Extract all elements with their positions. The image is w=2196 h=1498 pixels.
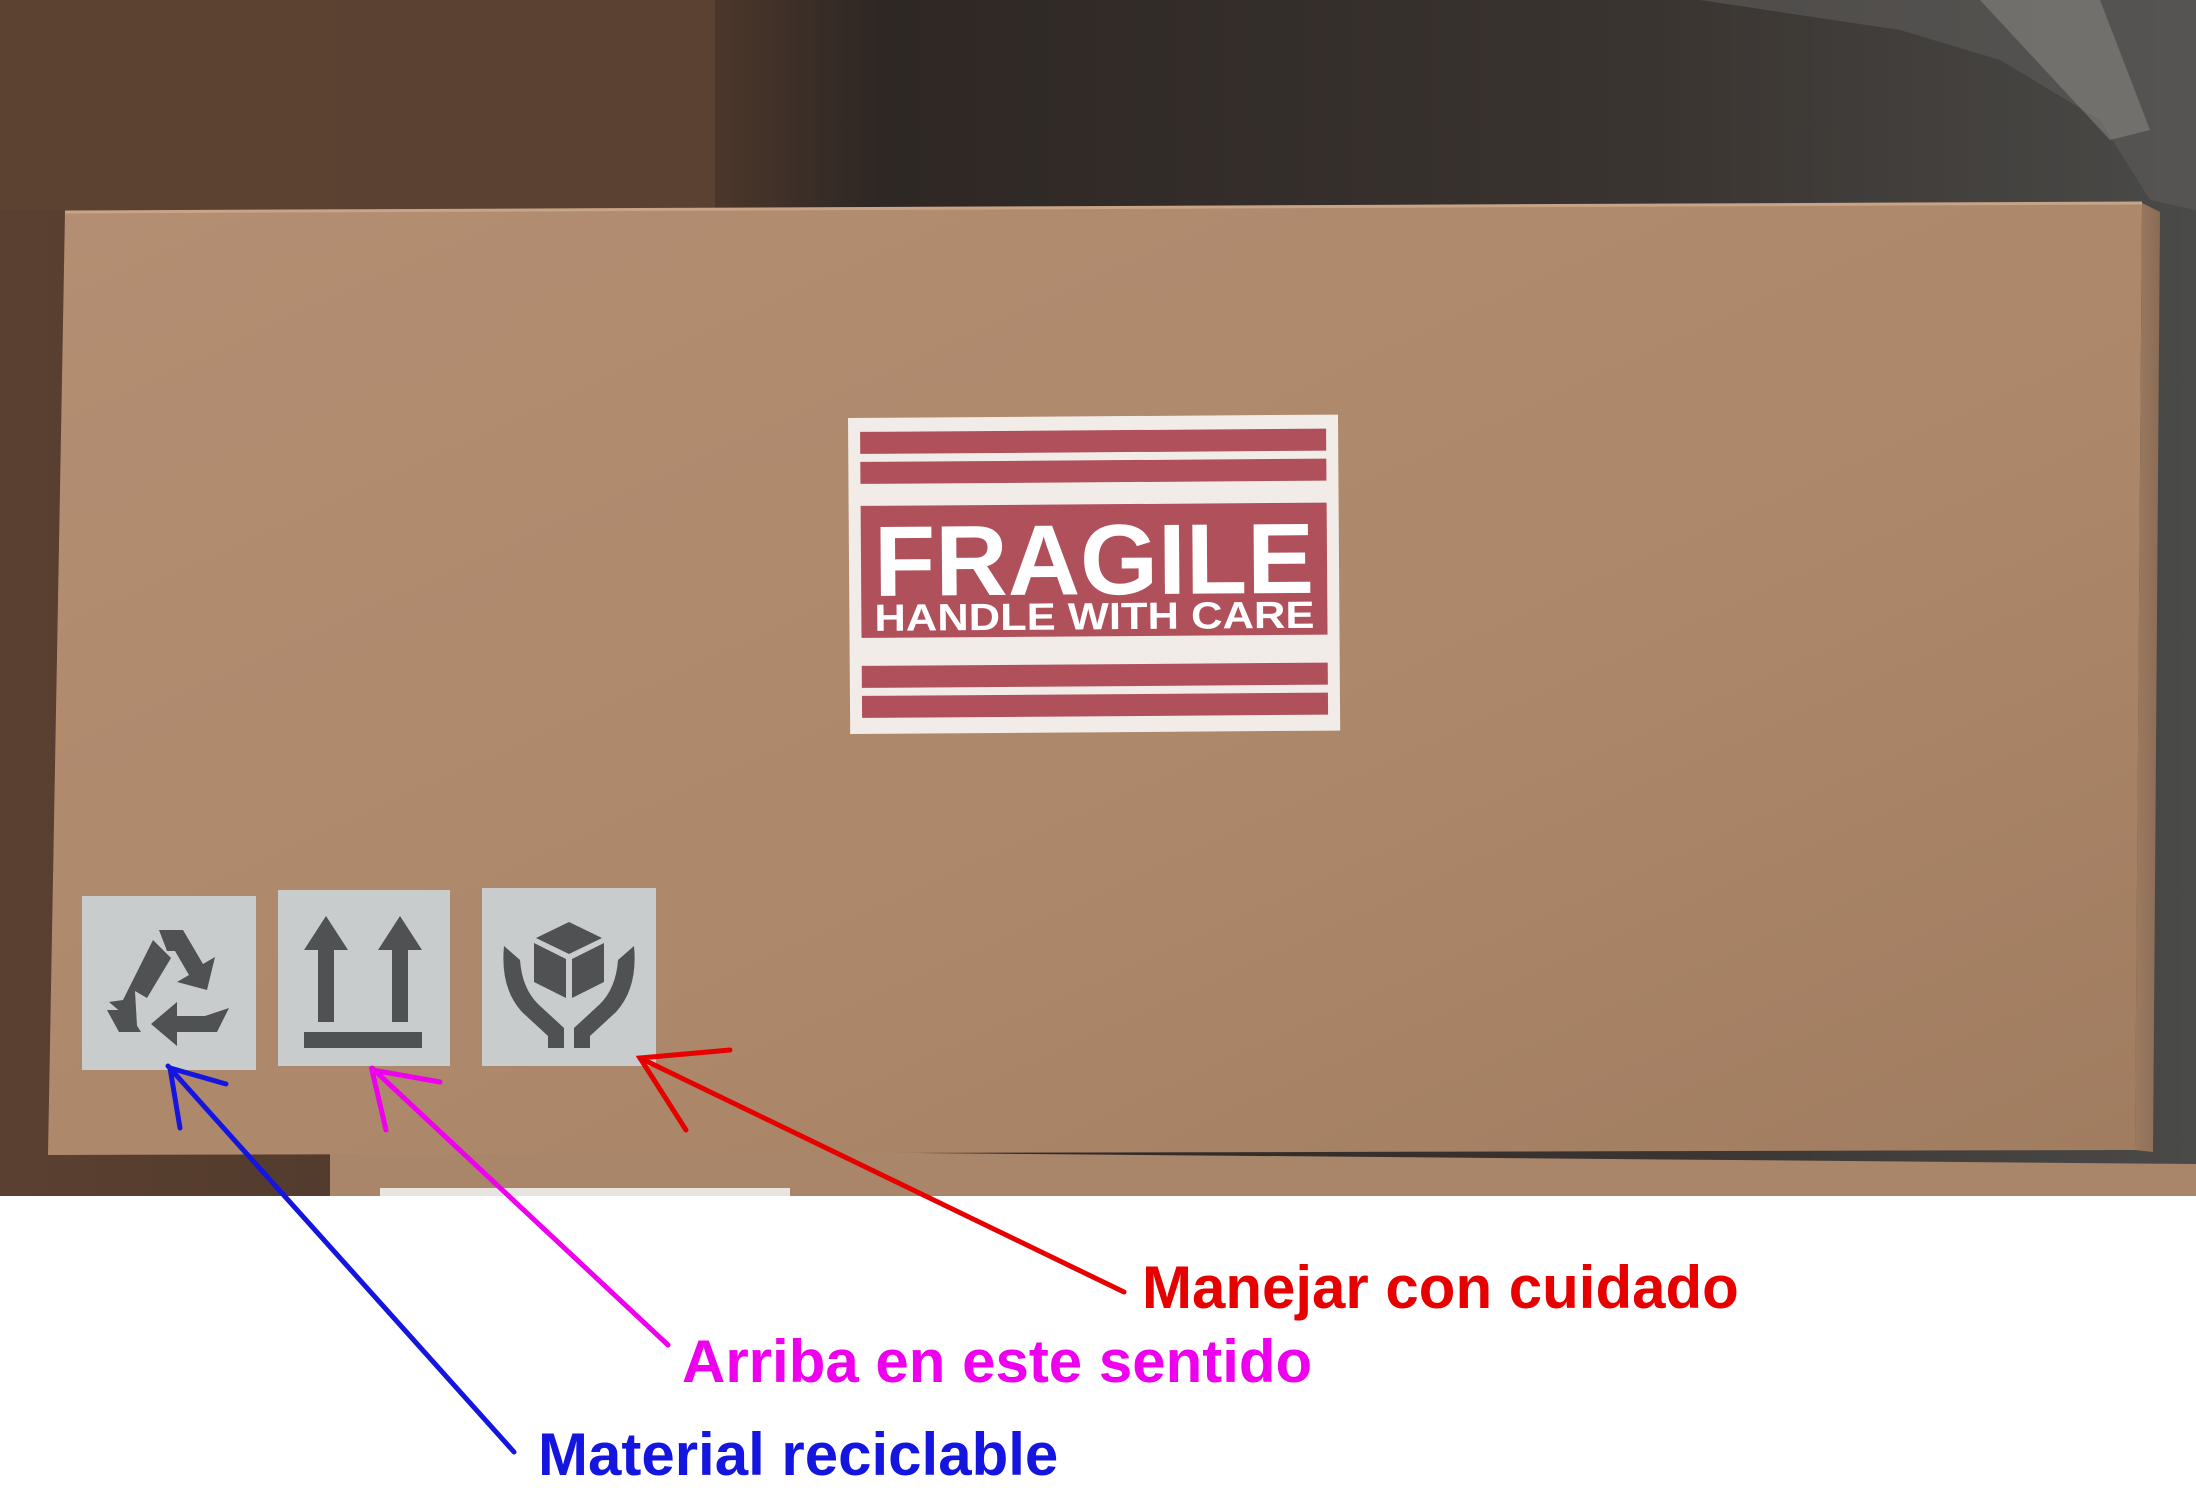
fragile-stripe-top-2 [860,458,1327,484]
recycle-symbol-background [82,896,256,1070]
fragile-stripe-bottom-2 [861,692,1329,718]
recycle-symbol [82,896,256,1070]
caption-recyclable: Material reciclable [538,1421,1059,1488]
handle-with-care-symbol [482,888,656,1066]
caption-this-way-up: Arriba en este sentido [682,1328,1313,1395]
fragile-stripe-bottom-1 [861,662,1328,688]
caption-handle-with-care: Manejar con cuidado [1142,1254,1739,1321]
photo-scene: FRAGILE HANDLE WITH CARE [0,0,2196,1455]
fragile-stripe-top-1 [860,428,1327,454]
this-way-up-symbol [278,890,450,1066]
fragile-subtitle: HANDLE WITH CARE [874,595,1314,640]
fragile-label: FRAGILE HANDLE WITH CARE [848,414,1341,734]
lower-box-label-stub [380,1188,790,1196]
background-shelf-left [0,0,715,210]
